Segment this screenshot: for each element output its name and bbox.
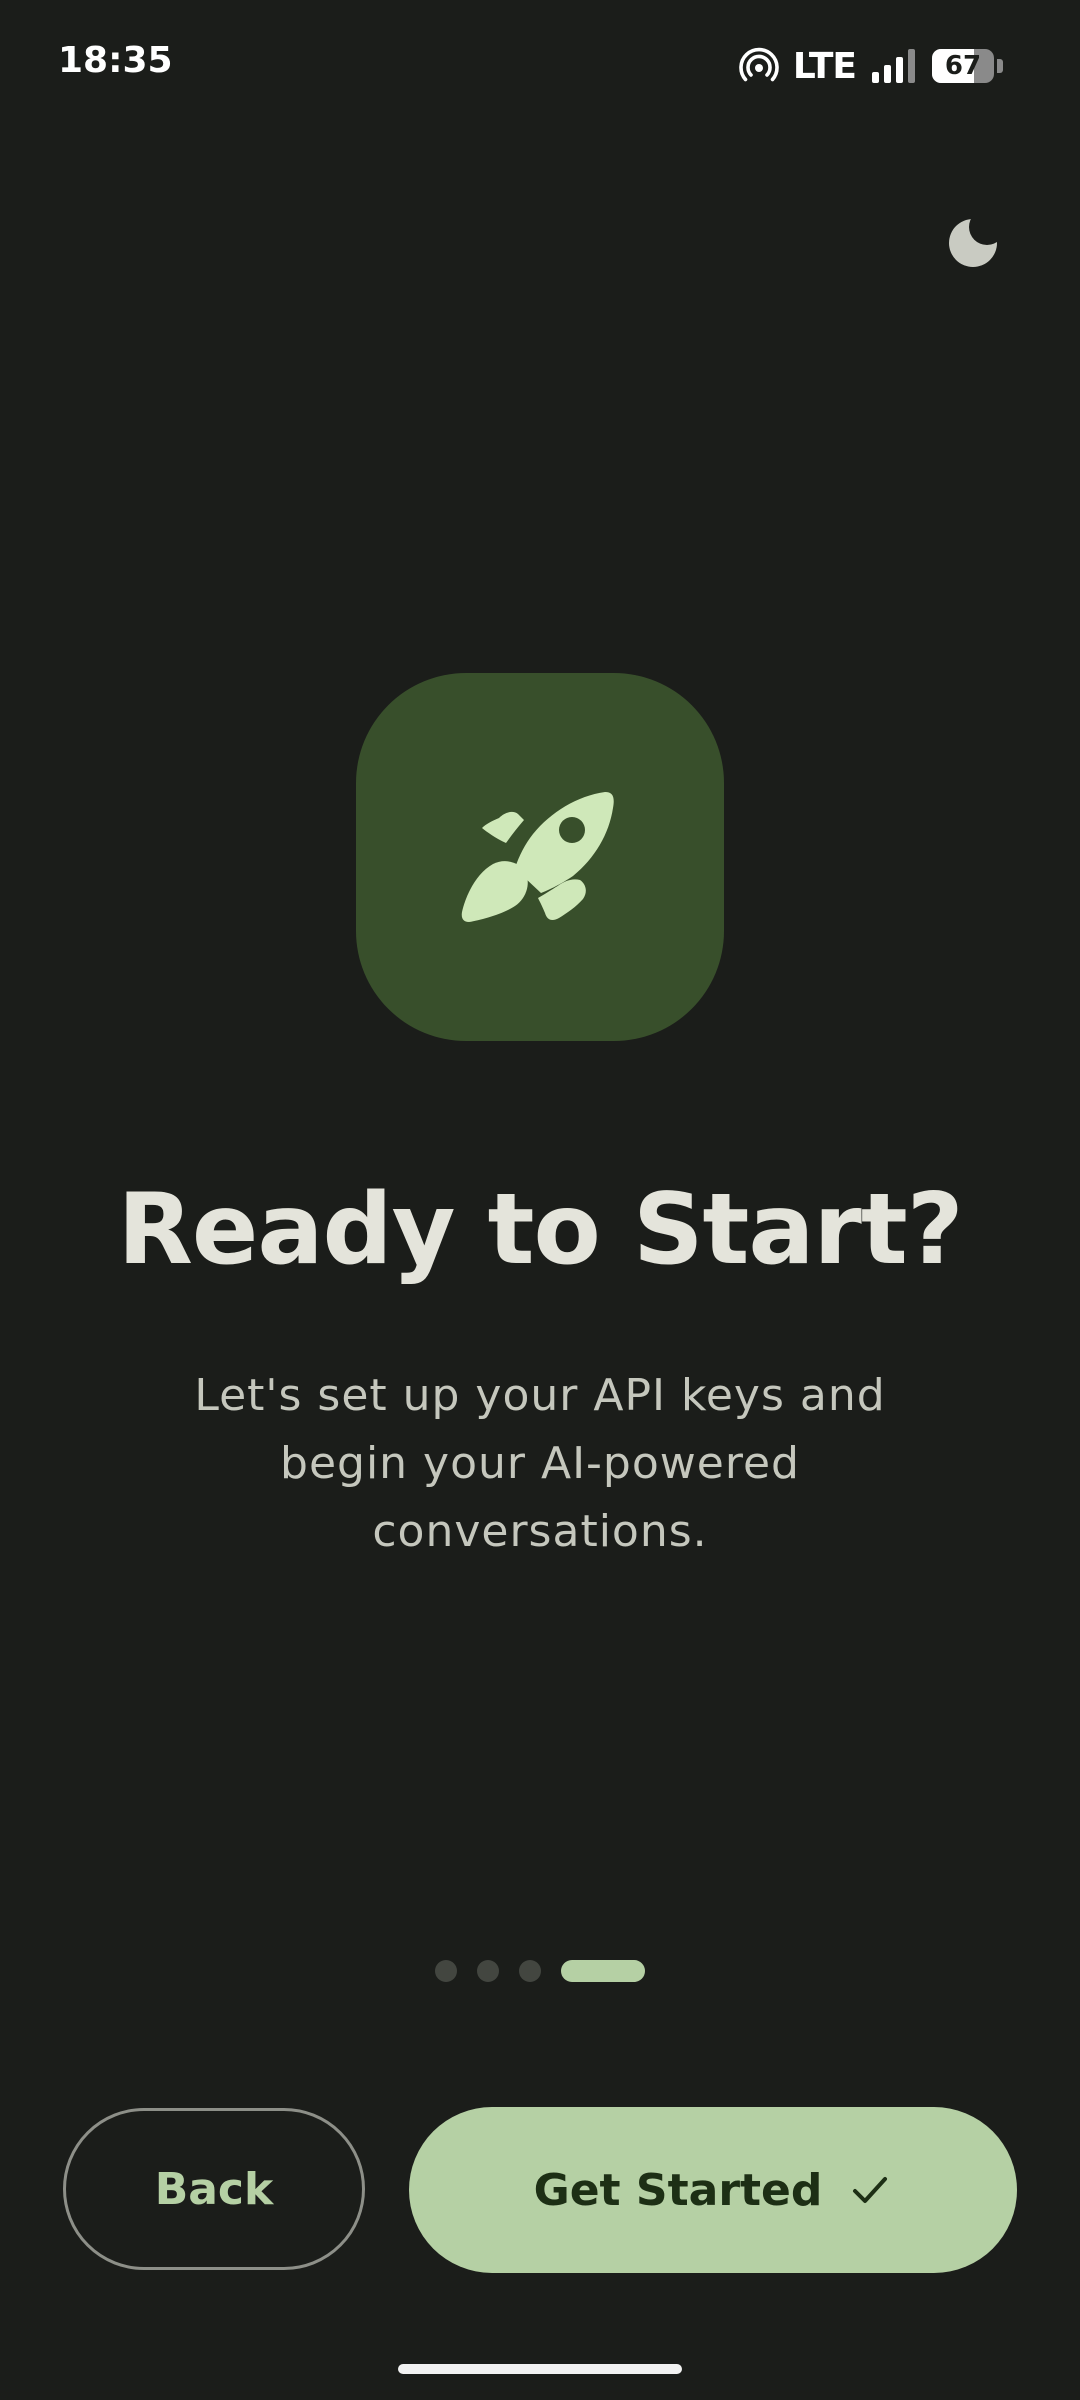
hotspot-icon — [739, 47, 779, 82]
status-bar: 18:35 LTE 67 — [0, 0, 1080, 130]
page-title: Ready to Start? — [117, 1173, 963, 1287]
moon-icon — [949, 219, 997, 267]
onboarding-screen: 18:35 LTE 67 Ready to Start? Let's set u… — [0, 0, 1080, 2400]
back-button-label: Back — [154, 2163, 274, 2215]
rocket-icon — [461, 792, 614, 922]
back-button[interactable]: Back — [63, 2108, 365, 2270]
check-icon — [853, 2177, 888, 2203]
battery-icon: 67 — [932, 49, 1004, 83]
status-icons: LTE 67 — [739, 44, 1004, 88]
battery-tip — [997, 59, 1003, 73]
network-type: LTE — [792, 45, 857, 87]
page-dot — [519, 1960, 541, 1982]
get-started-label: Get Started — [533, 2164, 823, 2216]
status-time: 18:35 — [58, 40, 173, 81]
hero-icon-tile — [356, 673, 724, 1041]
page-indicator — [0, 1960, 1080, 1982]
signal-icon — [872, 49, 915, 83]
get-started-button[interactable]: Get Started — [409, 2107, 1017, 2273]
page-dot — [477, 1960, 499, 1982]
page-subtitle: Let's set up your API keys and begin you… — [194, 1370, 886, 1557]
theme-toggle-button[interactable] — [940, 206, 1010, 276]
page-dot-active — [561, 1960, 645, 1982]
battery-percent: 67 — [944, 51, 982, 81]
page-dot — [435, 1960, 457, 1982]
gesture-bar[interactable] — [398, 2364, 682, 2374]
battery-body: 67 — [932, 49, 994, 83]
